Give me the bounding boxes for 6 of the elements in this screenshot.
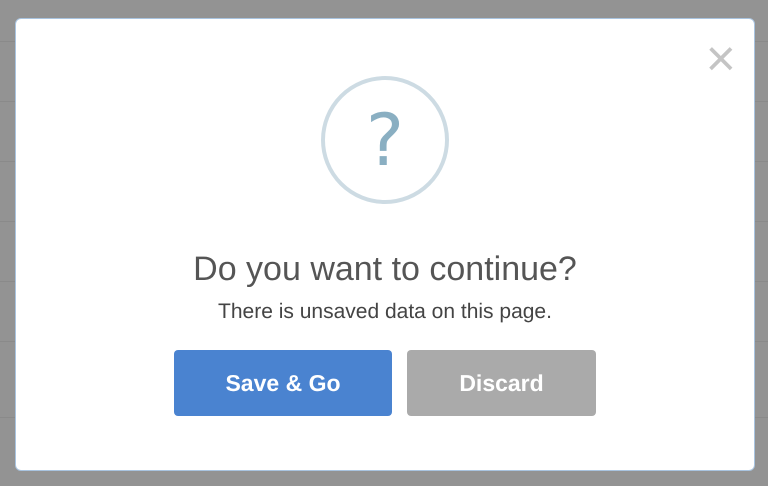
- dialog-message: There is unsaved data on this page.: [218, 299, 552, 325]
- close-button[interactable]: ×: [706, 39, 736, 79]
- save-button[interactable]: Save & Go: [174, 350, 392, 416]
- question-icon: ?: [321, 76, 449, 204]
- discard-button[interactable]: Discard: [407, 350, 596, 416]
- dialog-title: Do you want to continue?: [193, 249, 577, 290]
